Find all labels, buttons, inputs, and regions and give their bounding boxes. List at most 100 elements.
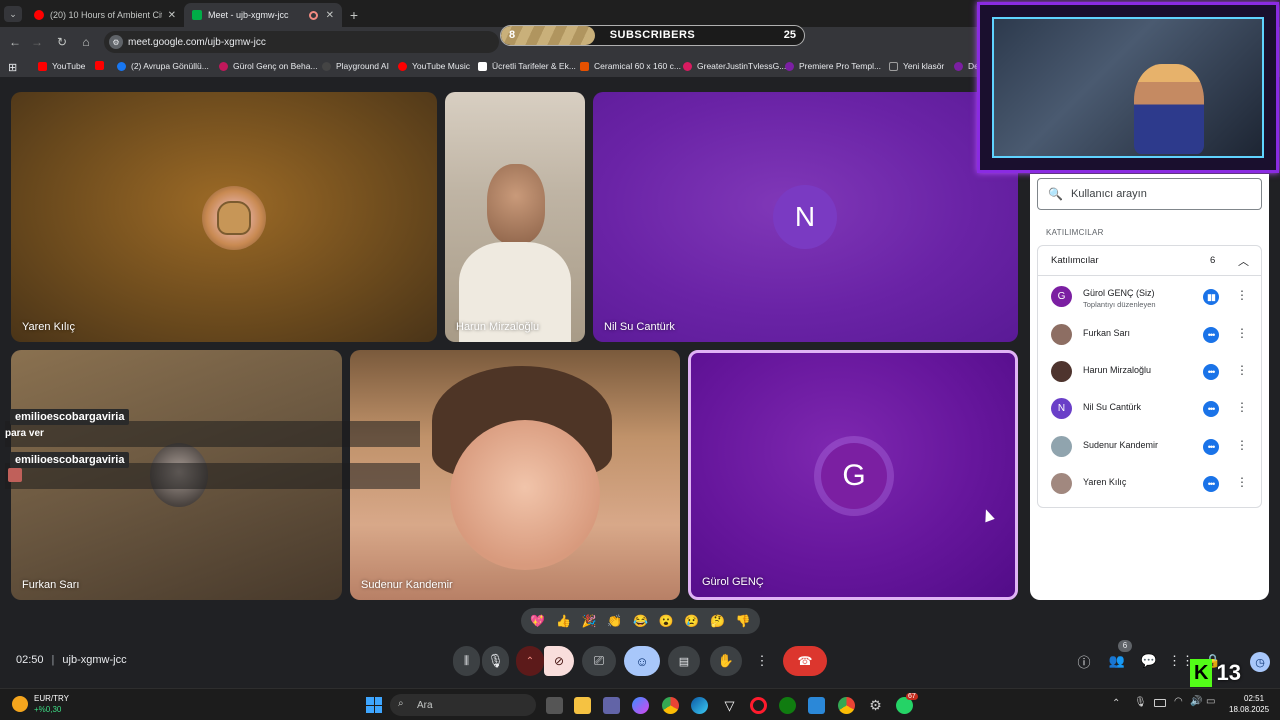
store-icon[interactable]	[808, 697, 825, 714]
reload-icon[interactable]: ↻	[53, 33, 71, 51]
site-info-icon[interactable]: ⚙	[109, 35, 123, 49]
weather-ticker-icon	[12, 696, 28, 712]
taskbar-search[interactable]: ⌕ Ara	[390, 694, 536, 716]
audio-dots-icon: •••	[1203, 401, 1219, 417]
copilot-icon[interactable]	[632, 697, 649, 714]
file-explorer-icon[interactable]	[574, 697, 591, 714]
person-head	[487, 164, 545, 244]
reaction-thinking[interactable]: 🤔	[710, 614, 725, 628]
settings-icon[interactable]: ⚙	[867, 697, 884, 714]
microphone-button[interactable]: 🎙	[482, 646, 509, 676]
chrome-profile-icon[interactable]	[838, 697, 855, 714]
more-options-icon[interactable]: ⋮	[1236, 438, 1248, 452]
clock-date[interactable]: 18.08.2025	[1229, 705, 1269, 714]
more-options-icon[interactable]: ⋮	[1236, 475, 1248, 489]
bookmark-item[interactable]: (2) Avrupa Gönüllü...	[117, 61, 209, 71]
bookmark-item[interactable]: Playground AI	[322, 61, 389, 71]
show-hidden-icons[interactable]: ⌃	[1112, 698, 1120, 709]
more-options-icon[interactable]: ⋮	[1236, 326, 1248, 340]
more-options-icon[interactable]: ⋮	[1236, 363, 1248, 377]
present-screen-button[interactable]: ⎚	[582, 646, 616, 676]
address-bar[interactable]: ⚙ meet.google.com/ujb-xgmw-jcc	[104, 31, 499, 53]
wifi-icon[interactable]: ◠	[1174, 696, 1183, 707]
vectorworks-icon[interactable]: ▽	[721, 697, 738, 714]
tab-list-button[interactable]: ⌄	[4, 6, 22, 22]
participant-name: Yaren Kılıç	[22, 321, 75, 333]
video-tile-harun[interactable]: Harun Mirzaloğlu	[445, 92, 585, 342]
participant-name: Furkan Sarı	[22, 579, 80, 591]
avatar	[1051, 324, 1072, 345]
bookmark-item[interactable]: YouTube	[38, 61, 85, 71]
bookmark-item[interactable]: Premiere Pro Templ...	[785, 61, 881, 71]
leave-call-button[interactable]: ☎	[783, 646, 827, 676]
video-tile-yaren[interactable]: Yaren Kılıç	[11, 92, 437, 342]
activities-icon[interactable]: ⋮⋮	[1168, 652, 1194, 670]
bookmark-item[interactable]: Gürol Genç on Beha...	[219, 61, 318, 71]
bookmark-item[interactable]: YouTube Music	[398, 61, 470, 71]
teams-icon[interactable]	[603, 697, 620, 714]
reaction-crying[interactable]: 😢	[684, 614, 699, 628]
bookmark-folder[interactable]: Yeni klasör	[889, 61, 944, 71]
volume-icon[interactable]: 🔊	[1190, 696, 1202, 707]
raise-hand-button[interactable]: ✋	[710, 646, 742, 676]
reactions-button[interactable]: ☺	[624, 646, 660, 676]
apps-icon[interactable]: ⊞	[8, 61, 17, 74]
start-button[interactable]	[366, 697, 382, 713]
bookmark-item[interactable]: Ceramical 60 x 160 c...	[580, 61, 681, 71]
microphone-tray-icon[interactable]: 🎙	[1134, 697, 1147, 708]
more-options-button[interactable]: ⋮	[752, 646, 772, 676]
timer-icon[interactable]: ◷	[1250, 652, 1270, 672]
search-label: Ara	[417, 699, 433, 711]
bookmark-item[interactable]: GreaterJustinTvlessG...	[683, 61, 786, 71]
home-icon[interactable]: ⌂	[77, 33, 95, 51]
chat-icon[interactable]: 💬	[1140, 652, 1158, 670]
audio-visualizer-button[interactable]: ⫼	[453, 646, 480, 676]
edge-icon[interactable]	[691, 697, 708, 714]
chevron-up-icon[interactable]: ︿	[1238, 253, 1249, 269]
subscriber-goal-bar: 8 SUBSCRIBERS 25	[500, 25, 805, 46]
participant-name: Gürol GENÇ (Siz)	[1083, 288, 1155, 298]
bookmark-item[interactable]: De	[954, 61, 979, 71]
meeting-details-icon[interactable]: ⓘ	[1075, 652, 1093, 670]
reaction-sparkling-heart[interactable]: 💖	[530, 614, 545, 628]
video-tile-gurol[interactable]: G Gürol GENÇ	[688, 350, 1018, 600]
camera-options-button[interactable]: ⌃	[516, 646, 544, 676]
tab-youtube[interactable]: (20) 10 Hours of Ambient City s ✕	[26, 3, 184, 27]
bookmark-item[interactable]	[95, 61, 109, 70]
reaction-thumbs-up[interactable]: 👍	[556, 614, 571, 628]
hepsiburada-icon	[580, 61, 589, 71]
streamer-figure	[1134, 64, 1204, 154]
chrome-icon[interactable]	[662, 697, 679, 714]
bookmark-item[interactable]: Ücretli Tarifeler & Ek...	[478, 61, 576, 71]
person-face	[450, 420, 600, 570]
search-icon: 🔍	[1048, 187, 1063, 201]
camera-off-button[interactable]: ⊘	[544, 646, 574, 676]
more-options-icon[interactable]: ⋮	[1236, 400, 1248, 414]
windows-icon	[366, 697, 374, 705]
people-icon[interactable]: 👥	[1108, 652, 1126, 670]
close-icon[interactable]: ✕	[168, 10, 176, 21]
reaction-party-popper[interactable]: 🎉	[582, 614, 597, 628]
task-view-icon[interactable]	[546, 697, 563, 714]
reaction-clapping[interactable]: 👏	[607, 614, 622, 628]
taskbar: EUR/TRY +%0,30 ⌕ Ara ▽ ⚙ 67 ⌃ 🎙 ◠ 🔊 ▭ 02…	[0, 688, 1280, 720]
power-icon[interactable]: ▭	[1206, 696, 1215, 707]
reaction-thumbs-down[interactable]: 👎	[736, 614, 751, 628]
xbox-icon[interactable]	[779, 697, 796, 714]
captions-button[interactable]: ▤	[668, 646, 700, 676]
forward-icon[interactable]: →	[28, 33, 46, 51]
more-options-icon[interactable]: ⋮	[1236, 288, 1248, 302]
clock-time[interactable]: 02:51	[1244, 694, 1264, 703]
reaction-surprised[interactable]: 😮	[659, 614, 674, 628]
tab-meet[interactable]: Meet - ujb-xgmw-jcc ✕	[184, 3, 342, 27]
battery-icon[interactable]	[1154, 699, 1166, 707]
reaction-laughing[interactable]: 😂	[633, 614, 648, 628]
participants-group-header[interactable]: Katılımcılar 6 ︿	[1038, 246, 1261, 276]
video-tile-nilsu[interactable]: N Nil Su Cantürk	[593, 92, 1018, 342]
search-input[interactable]: 🔍 Kullanıcı arayın	[1037, 178, 1262, 210]
meeting-time: 02:50	[16, 654, 44, 666]
opera-icon[interactable]	[750, 697, 767, 714]
back-icon[interactable]: ←	[6, 33, 24, 51]
close-icon[interactable]: ✕	[326, 10, 334, 21]
new-tab-button[interactable]: +	[345, 3, 363, 27]
